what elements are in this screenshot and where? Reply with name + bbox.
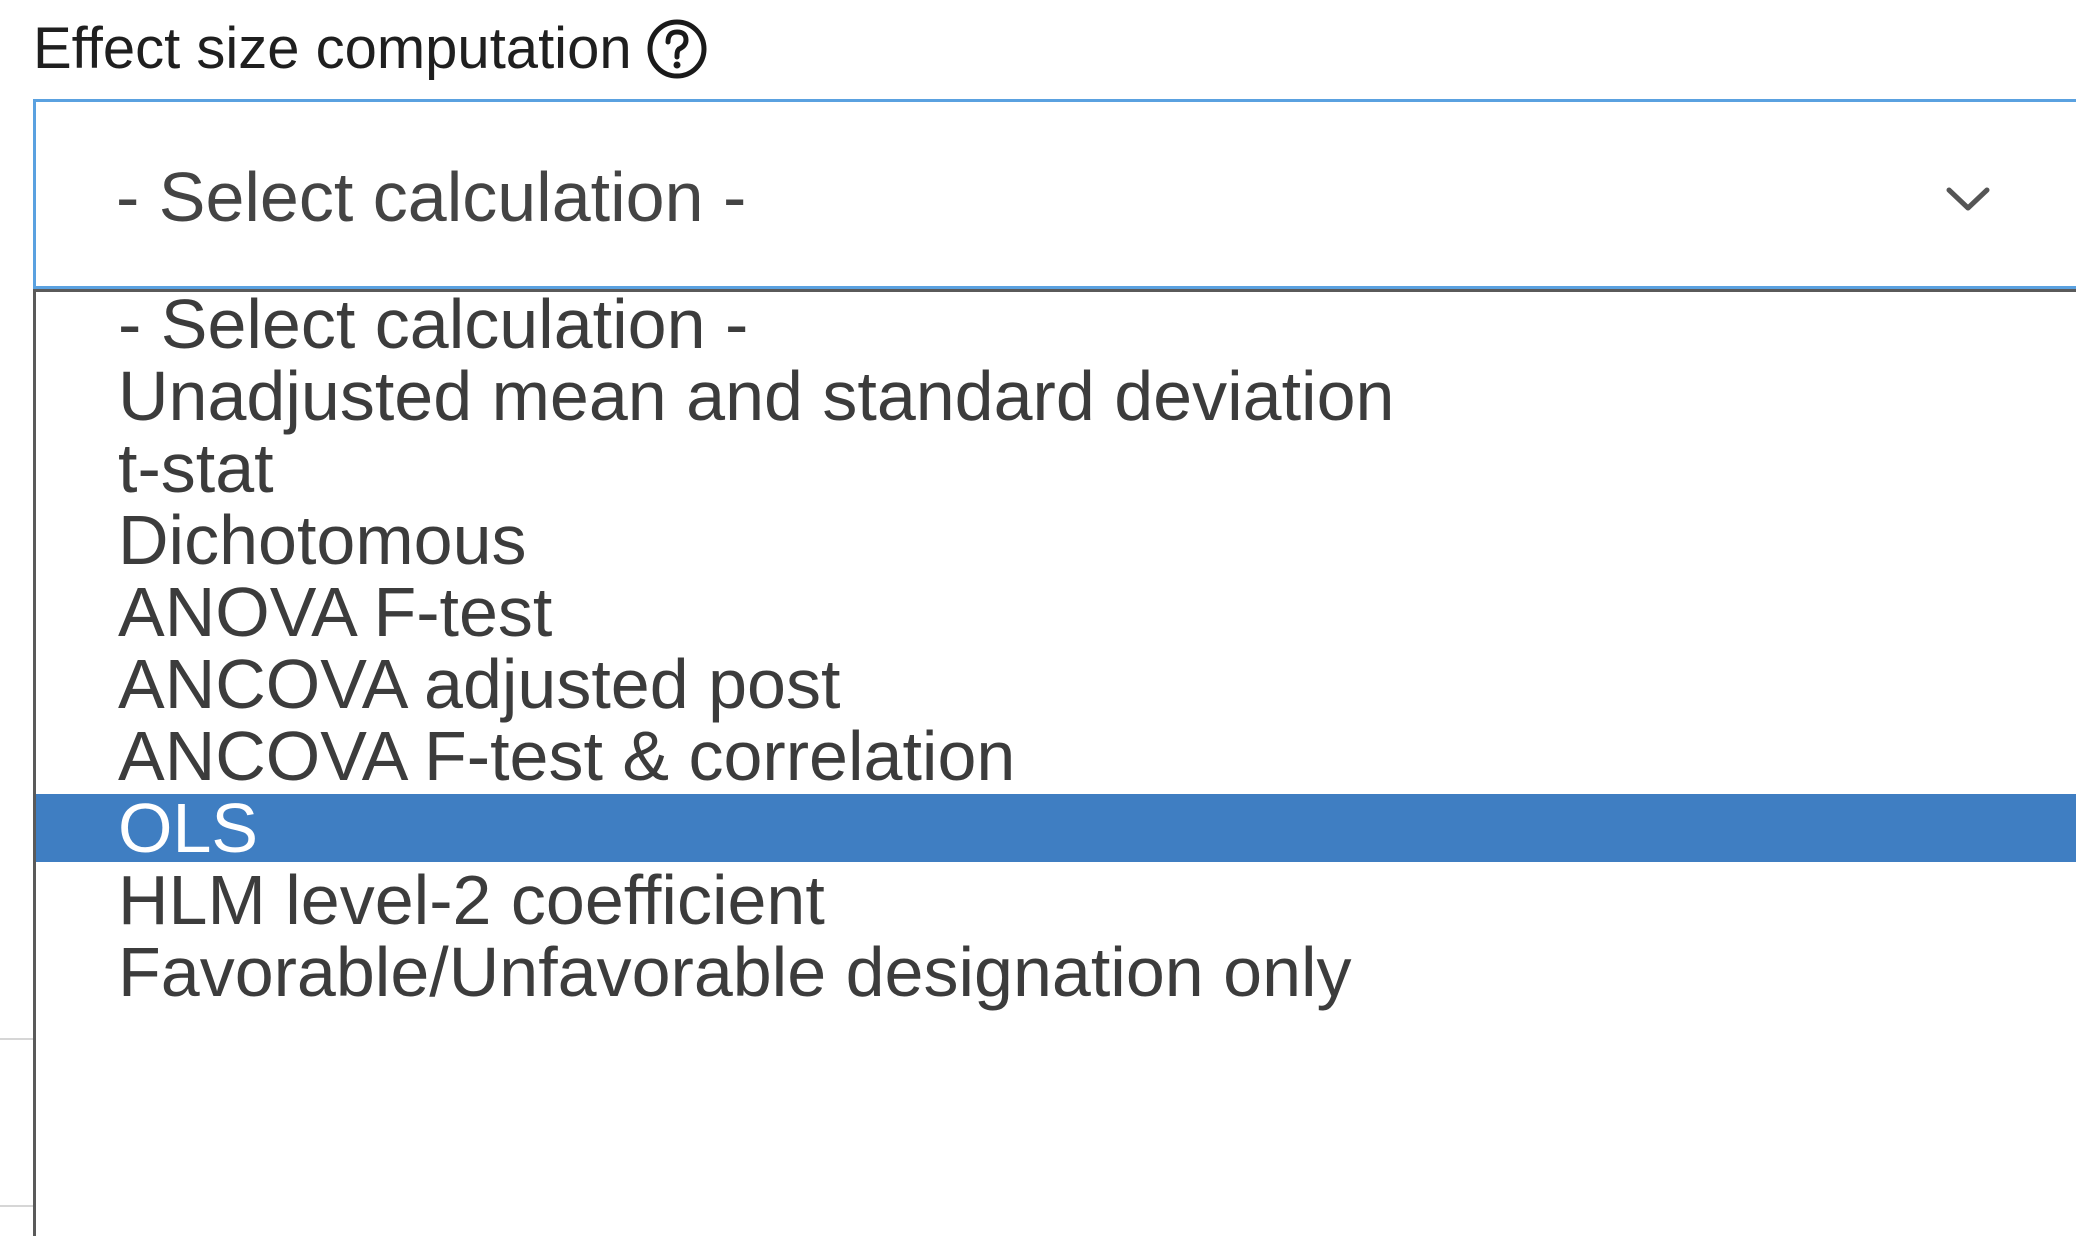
field-label-text: Effect size computation: [33, 16, 632, 81]
calculation-options-list: - Select calculation - Unadjusted mean an…: [33, 289, 2076, 1236]
chevron-down-icon[interactable]: [1943, 174, 1993, 224]
field-label: Effect size computation: [33, 14, 708, 84]
dropdown-option[interactable]: ANCOVA F-test & correlation: [36, 710, 2076, 802]
select-current-value: - Select calculation -: [116, 158, 747, 236]
effect-size-form: Effect size computation - Select calcula…: [0, 0, 2076, 1236]
background-divider: [0, 1038, 33, 1040]
dropdown-option[interactable]: Favorable/Unfavorable designation only: [36, 926, 2076, 1018]
dropdown-option[interactable]: OLS: [36, 793, 2076, 863]
question-circle-icon[interactable]: [646, 18, 708, 80]
calculation-select[interactable]: - Select calculation -: [33, 99, 2076, 289]
background-divider: [0, 1205, 33, 1207]
